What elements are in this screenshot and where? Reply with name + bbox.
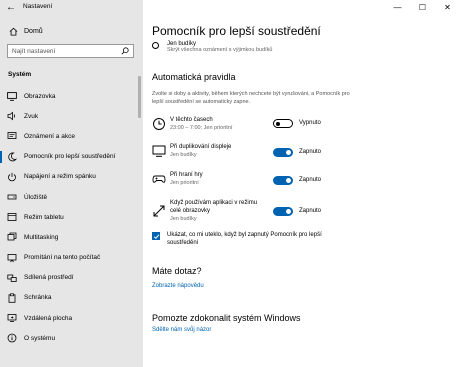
sidebar-item-label: Pomocník pro lepší soustředění: [24, 153, 116, 161]
rule-toggle[interactable]: [273, 207, 293, 216]
moon-icon: [7, 152, 17, 162]
sidebar-item-label: Promítání na tento počítač: [24, 254, 101, 262]
search-placeholder: Najít nastavení: [12, 47, 56, 55]
sidebar-item-label: Schránka: [24, 294, 52, 302]
notification-icon: [7, 131, 17, 141]
home-icon: [8, 26, 18, 36]
radio-button[interactable]: [152, 42, 159, 49]
sidebar-item-tablet-mode[interactable]: Režim tabletu: [0, 207, 143, 227]
rule-name: Když používám aplikaci v režimu celé obr…: [170, 200, 258, 214]
sidebar-item-label: Oznámení a akce: [24, 132, 75, 140]
show-summary-checkbox[interactable]: Ukázat, co mi uteklo, když byl zapnutý P…: [152, 231, 327, 247]
feedback-link[interactable]: Sdělte nám svůj názor: [152, 327, 211, 333]
rules-description: Zvolte si doby a aktivity, během kterých…: [152, 91, 350, 105]
info-icon: [7, 333, 17, 343]
sidebar-item-label: Napájení a režim spánku: [24, 173, 96, 181]
storage-icon: [7, 192, 17, 202]
clipboard-icon: [7, 293, 17, 303]
rule-toggle[interactable]: [273, 119, 293, 128]
shared-experiences-icon: [7, 273, 17, 283]
help-link[interactable]: Zobrazte nápovědu: [152, 283, 204, 289]
search-icon: [121, 47, 129, 55]
rule-toggle[interactable]: [273, 148, 293, 157]
sidebar-item-projecting[interactable]: Promítání na tento počítač: [0, 248, 143, 268]
sidebar-item-sound[interactable]: Zvuk: [0, 106, 143, 126]
page-title: Pomocník pro lepší soustředění: [152, 24, 321, 38]
sidebar-item-notifications[interactable]: Oznámení a akce: [0, 126, 143, 146]
rule-state: Zapnuto: [299, 177, 322, 183]
sidebar-item-label: Úložiště: [24, 193, 48, 201]
rule-state: Zapnuto: [299, 208, 322, 214]
search-input[interactable]: Najít nastavení: [7, 44, 134, 58]
sidebar-item-display[interactable]: Obrazovka: [0, 86, 143, 106]
speaker-icon: [7, 111, 17, 121]
sidebar-item-label: Zvuk: [24, 112, 39, 120]
rule-sub: Jen budíky: [170, 216, 197, 222]
sidebar-item-storage[interactable]: Úložiště: [0, 187, 143, 207]
rule-state: Vypnuto: [299, 120, 321, 126]
sidebar-nav: Obrazovka Zvuk Oznámení a akce Pomocník …: [0, 86, 143, 348]
sidebar-item-label: O systému: [24, 334, 56, 342]
improve-heading: Pomozte zdokonalit systém Windows: [152, 313, 301, 323]
power-icon: [7, 172, 17, 182]
sidebar-item-label: Sdílená prostředí: [24, 274, 74, 282]
gamepad-icon: [152, 172, 166, 186]
sidebar: Domů Najít nastavení Systém Obrazovka Zv…: [0, 0, 143, 367]
checkmark-icon: [153, 233, 159, 239]
sidebar-item-power-sleep[interactable]: Napájení a režim spánku: [0, 167, 143, 187]
sidebar-item-focus-assist[interactable]: Pomocník pro lepší soustředění: [0, 147, 143, 167]
sidebar-item-about[interactable]: O systému: [0, 328, 143, 348]
display-icon: [152, 144, 166, 158]
app-title: Nastavení: [23, 3, 53, 10]
main-pane: Pomocník pro lepší soustředění Jen budík…: [143, 0, 460, 367]
rule-sub: 23:00 – 7:00; Jen prioritní: [170, 125, 233, 131]
rule-name: V těchto časech: [170, 117, 213, 123]
rule-sub: Jen budíky: [170, 152, 197, 158]
sidebar-item-label: Obrazovka: [24, 92, 56, 100]
question-heading: Máte dotaz?: [152, 266, 202, 276]
clock-icon: [152, 117, 166, 131]
section-label: Systém: [8, 71, 32, 78]
projecting-icon: [7, 253, 17, 263]
rule-state: Zapnuto: [299, 149, 322, 155]
multitasking-icon: [7, 232, 17, 242]
sidebar-item-shared-experiences[interactable]: Sdílená prostředí: [0, 268, 143, 288]
tablet-icon: [7, 212, 17, 222]
rules-heading: Automatická pravidla: [152, 72, 236, 82]
sidebar-item-label: Multitasking: [24, 233, 59, 241]
sidebar-item-label: Režim tabletu: [24, 213, 64, 221]
sidebar-item-clipboard[interactable]: Schránka: [0, 288, 143, 308]
rule-toggle[interactable]: [273, 176, 293, 185]
remote-desktop-icon: [7, 313, 17, 323]
rule-name: Při hraní hry: [170, 172, 203, 178]
checkbox-label: Ukázat, co mi uteklo, když byl zapnutý P…: [167, 232, 322, 246]
back-arrow-icon[interactable]: ←: [6, 2, 16, 13]
home-link[interactable]: Domů: [8, 26, 43, 36]
checkbox-checked[interactable]: [152, 232, 160, 240]
rule-sub: Jen prioritní: [170, 180, 199, 186]
fullscreen-icon: [152, 204, 166, 218]
rule-name: Při duplikování displeje: [170, 144, 232, 150]
alarms-only-option[interactable]: Jen budíky Skrýt všechna oznámení s výji…: [152, 41, 272, 53]
sidebar-item-multitasking[interactable]: Multitasking: [0, 227, 143, 247]
alarms-only-desc: Skrýt všechna oznámení s výjimkou budíků: [167, 47, 273, 53]
sidebar-item-label: Vzdálená plocha: [24, 314, 73, 322]
monitor-icon: [7, 91, 17, 101]
home-label: Domů: [24, 27, 43, 35]
sidebar-item-remote-desktop[interactable]: Vzdálená plocha: [0, 308, 143, 328]
